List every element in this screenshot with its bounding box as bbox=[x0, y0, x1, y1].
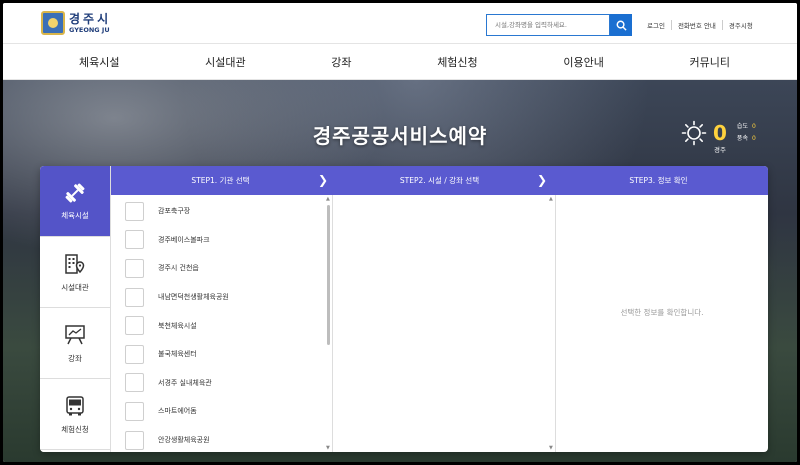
list-item[interactable]: 내남면덕천생활체육공원 bbox=[125, 283, 332, 312]
weather-city: 경주 bbox=[714, 146, 726, 154]
nav-lectures[interactable]: 강좌 bbox=[331, 54, 351, 70]
weather-temperature: 0 bbox=[713, 121, 727, 145]
weather-stats: 습도 0 풍속 0 bbox=[737, 121, 756, 145]
checkbox[interactable] bbox=[125, 344, 144, 364]
nav-usage-guide[interactable]: 이용안내 bbox=[563, 54, 603, 70]
list-item[interactable]: 경주베이스볼파크 bbox=[125, 226, 332, 255]
category-sports-facilities[interactable]: 체육시설 bbox=[40, 166, 110, 237]
wind-label: 풍속 bbox=[736, 135, 748, 142]
step-label: STEP3. 정보 확인 bbox=[629, 176, 688, 185]
list-item[interactable]: 감포축구장 bbox=[125, 197, 332, 226]
checkbox[interactable] bbox=[125, 201, 144, 221]
chevron-right-icon: ❯ bbox=[536, 173, 547, 187]
dumbbell-icon bbox=[65, 183, 85, 202]
list-item[interactable]: 불국체육센터 bbox=[125, 340, 332, 369]
phone-guide-link[interactable]: 전화번호 안내 bbox=[670, 20, 722, 30]
checkbox[interactable] bbox=[125, 401, 144, 421]
institution-list-column: 감포축구장 경주베이스볼파크 경주시 건천읍 내남면덕천생활체육공원 북천체육시… bbox=[111, 195, 333, 452]
humidity-value: 0 bbox=[751, 123, 756, 130]
checkbox[interactable] bbox=[125, 287, 144, 307]
weather-widget: 0 경주 습도 0 풍속 0 bbox=[681, 120, 756, 154]
utility-links: 로그인 전화번호 안내 경주시청 bbox=[647, 20, 759, 30]
step-label: STEP2. 시설 / 강좌 선택 bbox=[399, 176, 480, 185]
nav-experience[interactable]: 체험신청 bbox=[437, 54, 477, 70]
scroll-up-icon[interactable]: ▲ bbox=[549, 196, 553, 202]
category-lectures[interactable]: 강좌 bbox=[40, 308, 110, 379]
city-emblem-icon bbox=[41, 11, 65, 35]
checkbox[interactable] bbox=[125, 230, 144, 250]
top-header: 경주시 GYEONG JU 로그인 전화번호 안내 경주시청 bbox=[3, 3, 797, 43]
scroll-down-icon[interactable]: ▼ bbox=[549, 445, 553, 451]
list-item-label: 감포축구장 bbox=[158, 207, 191, 216]
category-label: 강좌 bbox=[68, 353, 82, 363]
list-item[interactable]: 스마트에어돔 bbox=[125, 397, 332, 426]
category-label: 체육시설 bbox=[61, 210, 89, 220]
search-icon bbox=[616, 20, 627, 31]
logo-korean-text: 경주시 bbox=[69, 11, 112, 26]
nav-sports-facilities[interactable]: 체육시설 bbox=[79, 54, 119, 70]
step-header: STEP1. 기관 선택 ❯ STEP2. 시설 / 강좌 선택 ❯ STEP3… bbox=[111, 166, 768, 195]
scroll-thumb[interactable] bbox=[327, 205, 330, 345]
checkbox[interactable] bbox=[125, 430, 144, 450]
category-sidebar: 체육시설 시설대관 강좌 체험신청 bbox=[40, 166, 111, 452]
checkbox[interactable] bbox=[125, 316, 144, 336]
facility-scrollbar[interactable]: ▲ ▼ bbox=[548, 195, 555, 452]
hero-banner: 경주공공서비스예약 0 경주 습도 0 풍속 0 체육시설 시설대관 강좌 체험… bbox=[3, 80, 797, 462]
scroll-up-icon[interactable]: ▲ bbox=[326, 196, 330, 202]
nav-community[interactable]: 커뮤니티 bbox=[689, 54, 729, 70]
search-bar bbox=[486, 14, 632, 36]
list-item[interactable]: 북천체육시설 bbox=[125, 311, 332, 340]
list-item-label: 내남면덕천생활체육공원 bbox=[158, 293, 229, 302]
login-link[interactable]: 로그인 bbox=[647, 20, 671, 30]
hero-title: 경주공공서비스예약 bbox=[312, 124, 488, 148]
list-item[interactable]: 서경주 실내체육관 bbox=[125, 369, 332, 398]
list-item-label: 불국체육센터 bbox=[158, 350, 197, 359]
building-pin-icon bbox=[65, 253, 85, 274]
page: 경주시 GYEONG JU 로그인 전화번호 안내 경주시청 체육시설 시설대관… bbox=[3, 3, 797, 462]
search-input[interactable] bbox=[486, 14, 610, 36]
bus-icon bbox=[66, 395, 84, 415]
category-facility-rental[interactable]: 시설대관 bbox=[40, 237, 110, 308]
scroll-down-icon[interactable]: ▼ bbox=[326, 445, 330, 451]
list-item-label: 경주베이스볼파크 bbox=[158, 235, 210, 244]
checkbox[interactable] bbox=[125, 373, 144, 393]
humidity-label: 습도 bbox=[736, 123, 748, 130]
info-column: 선택한 정보를 확인합니다. bbox=[556, 195, 768, 452]
wind-value: 0 bbox=[751, 135, 756, 142]
chevron-right-icon: ❯ bbox=[317, 173, 328, 187]
step-3-header: STEP3. 정보 확인 bbox=[549, 166, 768, 195]
list-item-label: 경주시 건천읍 bbox=[158, 264, 199, 273]
list-item-label: 안강생활체육공원 bbox=[158, 436, 210, 445]
checkbox[interactable] bbox=[125, 258, 144, 278]
category-experience[interactable]: 체험신청 bbox=[40, 379, 110, 450]
category-label: 시설대관 bbox=[61, 282, 89, 292]
step-2-header: STEP2. 시설 / 강좌 선택 ❯ bbox=[330, 166, 549, 195]
gyeongju-logo[interactable]: 경주시 GYEONG JU bbox=[41, 11, 111, 35]
list-item-label: 스마트에어돔 bbox=[158, 407, 197, 416]
sun-icon bbox=[681, 120, 707, 146]
reservation-panel: 체육시설 시설대관 강좌 체험신청 STEP1. 기관 선택 ❯ STEP2. … bbox=[40, 166, 768, 452]
list-item[interactable]: 안강생활체육공원 bbox=[125, 426, 332, 452]
institution-scrollbar[interactable]: ▲ ▼ bbox=[325, 195, 332, 452]
facility-list-column: ▲ ▼ bbox=[333, 195, 556, 452]
nav-facility-rental[interactable]: 시설대관 bbox=[205, 54, 245, 70]
main-nav: 체육시설 시설대관 강좌 체험신청 이용안내 커뮤니티 bbox=[3, 43, 797, 80]
lecture-board-icon bbox=[65, 324, 85, 344]
city-hall-link[interactable]: 경주시청 bbox=[721, 20, 759, 30]
search-button[interactable] bbox=[610, 14, 632, 36]
step-1-header: STEP1. 기관 선택 ❯ bbox=[111, 166, 330, 195]
list-item[interactable]: 경주시 건천읍 bbox=[125, 254, 332, 283]
info-placeholder-text: 선택한 정보를 확인합니다. bbox=[620, 308, 704, 317]
step-label: STEP1. 기관 선택 bbox=[191, 176, 250, 185]
logo-english-text: GYEONG JU bbox=[69, 25, 110, 34]
list-item-label: 서경주 실내체육관 bbox=[158, 378, 212, 387]
institution-list: 감포축구장 경주베이스볼파크 경주시 건천읍 내남면덕천생활체육공원 북천체육시… bbox=[111, 195, 332, 452]
list-item-label: 북천체육시설 bbox=[158, 321, 197, 330]
category-label: 체험신청 bbox=[61, 424, 89, 434]
